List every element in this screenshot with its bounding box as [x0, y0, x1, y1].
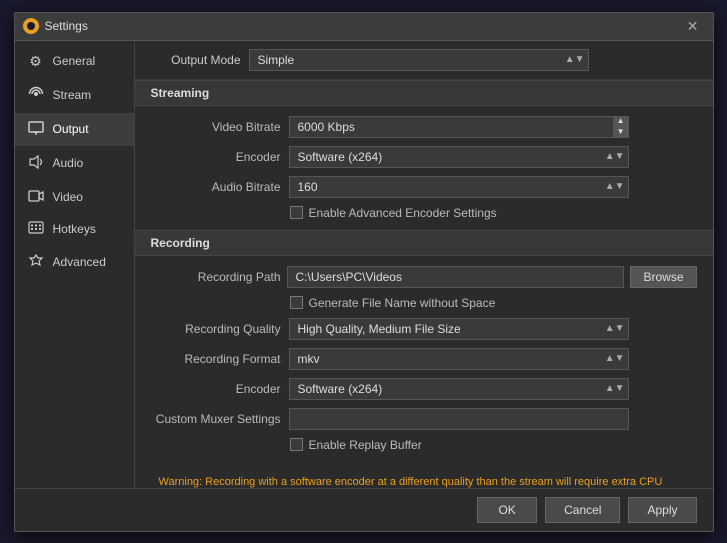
sidebar-label-audio: Audio	[53, 156, 84, 170]
sidebar-item-output[interactable]: Output	[15, 113, 134, 146]
spinner-arrows: ▲ ▼	[613, 116, 629, 138]
ok-button[interactable]: OK	[477, 497, 537, 523]
recording-format-label: Recording Format	[151, 352, 281, 366]
generate-filename-checkbox[interactable]	[290, 296, 303, 309]
encoder-row: Encoder Software (x264) ▲▼	[135, 142, 713, 172]
recording-format-select[interactable]: mkv mp4 flv	[289, 348, 629, 370]
generate-filename-label: Generate File Name without Space	[309, 296, 496, 310]
recording-path-input[interactable]	[287, 266, 625, 288]
bottom-bar: OK Cancel Apply	[15, 488, 713, 531]
sidebar-item-hotkeys[interactable]: Hotkeys	[15, 213, 134, 245]
app-icon	[23, 18, 39, 34]
rec-encoder-label: Encoder	[151, 382, 281, 396]
window-title: Settings	[45, 19, 88, 33]
sidebar-item-audio[interactable]: Audio	[15, 146, 134, 181]
sidebar-label-advanced: Advanced	[53, 255, 106, 269]
recording-quality-select-wrapper: High Quality, Medium File Size Indisting…	[289, 318, 629, 340]
rec-encoder-select-wrapper: Software (x264) ▲▼	[289, 378, 629, 400]
advanced-encoder-row: Enable Advanced Encoder Settings	[135, 202, 713, 224]
video-bitrate-label: Video Bitrate	[151, 120, 281, 134]
audio-bitrate-select[interactable]: 160 128 192 320	[289, 176, 629, 198]
audio-bitrate-label: Audio Bitrate	[151, 180, 281, 194]
sidebar-item-video[interactable]: Video	[15, 181, 134, 213]
streaming-form: Video Bitrate ▲ ▼ Encoder Software	[135, 106, 713, 230]
video-bitrate-down-button[interactable]: ▼	[613, 127, 629, 138]
recording-section-header: Recording	[135, 230, 713, 256]
sidebar-label-hotkeys: Hotkeys	[53, 222, 96, 236]
general-icon: ⚙	[27, 53, 45, 70]
recording-path-label: Recording Path	[151, 270, 281, 284]
cancel-button[interactable]: Cancel	[545, 497, 620, 523]
recording-path-row: Recording Path Browse	[135, 262, 713, 292]
custom-muxer-input[interactable]	[289, 408, 629, 430]
sidebar-label-video: Video	[53, 190, 83, 204]
output-mode-select[interactable]: Simple Advanced	[249, 49, 589, 71]
sidebar-item-stream[interactable]: Stream	[15, 78, 134, 113]
stream-icon	[27, 86, 45, 105]
output-mode-label: Output Mode	[151, 53, 241, 67]
advanced-icon	[27, 253, 45, 272]
video-bitrate-spinner: ▲ ▼	[289, 116, 629, 138]
rec-encoder-select[interactable]: Software (x264)	[289, 378, 629, 400]
sidebar-label-output: Output	[53, 122, 89, 136]
replay-buffer-label: Enable Replay Buffer	[309, 438, 422, 452]
video-icon	[27, 189, 45, 205]
recording-quality-row: Recording Quality High Quality, Medium F…	[135, 314, 713, 344]
encoder-select-wrapper: Software (x264) ▲▼	[289, 146, 629, 168]
browse-button[interactable]: Browse	[630, 266, 696, 288]
recording-quality-select[interactable]: High Quality, Medium File Size Indisting…	[289, 318, 629, 340]
hotkeys-icon	[27, 221, 45, 237]
sidebar-item-general[interactable]: ⚙ General	[15, 45, 134, 78]
apply-button[interactable]: Apply	[628, 497, 696, 523]
output-mode-row: Output Mode Simple Advanced ▲▼	[135, 41, 713, 80]
advanced-encoder-label: Enable Advanced Encoder Settings	[309, 206, 497, 220]
output-icon	[27, 121, 45, 138]
titlebar: Settings ✕	[15, 13, 713, 41]
advanced-encoder-checkbox[interactable]	[290, 206, 303, 219]
streaming-section-header: Streaming	[135, 80, 713, 106]
output-mode-select-wrapper: Simple Advanced ▲▼	[249, 49, 589, 71]
recording-form: Recording Path Browse Generate File Name…	[135, 256, 713, 462]
sidebar-label-general: General	[53, 54, 96, 68]
recording-quality-label: Recording Quality	[151, 322, 281, 336]
replay-buffer-checkbox[interactable]	[290, 438, 303, 451]
generate-filename-row: Generate File Name without Space	[135, 292, 713, 314]
audio-icon	[27, 154, 45, 173]
recording-format-select-wrapper: mkv mp4 flv ▲▼	[289, 348, 629, 370]
content-area: ⚙ General Stream	[15, 41, 713, 488]
main-content: Output Mode Simple Advanced ▲▼ Streaming…	[135, 41, 713, 488]
encoder-label: Encoder	[151, 150, 281, 164]
video-bitrate-input[interactable]	[289, 116, 629, 138]
custom-muxer-row: Custom Muxer Settings	[135, 404, 713, 434]
settings-window: Settings ✕ ⚙ General Stream	[14, 12, 714, 532]
titlebar-left: Settings	[23, 18, 88, 34]
encoder-select[interactable]: Software (x264)	[289, 146, 629, 168]
replay-buffer-row: Enable Replay Buffer	[135, 434, 713, 456]
close-button[interactable]: ✕	[681, 16, 705, 37]
video-bitrate-up-button[interactable]: ▲	[613, 116, 629, 127]
custom-muxer-label: Custom Muxer Settings	[151, 412, 281, 426]
video-bitrate-row: Video Bitrate ▲ ▼	[135, 112, 713, 142]
sidebar: ⚙ General Stream	[15, 41, 135, 488]
warning-box: Warning: Recording with a software encod…	[151, 468, 697, 488]
audio-bitrate-row: Audio Bitrate 160 128 192 320 ▲▼	[135, 172, 713, 202]
sidebar-label-stream: Stream	[53, 88, 92, 102]
audio-bitrate-select-wrapper: 160 128 192 320 ▲▼	[289, 176, 629, 198]
sidebar-item-advanced[interactable]: Advanced	[15, 245, 134, 280]
rec-encoder-row: Encoder Software (x264) ▲▼	[135, 374, 713, 404]
recording-format-row: Recording Format mkv mp4 flv ▲▼	[135, 344, 713, 374]
